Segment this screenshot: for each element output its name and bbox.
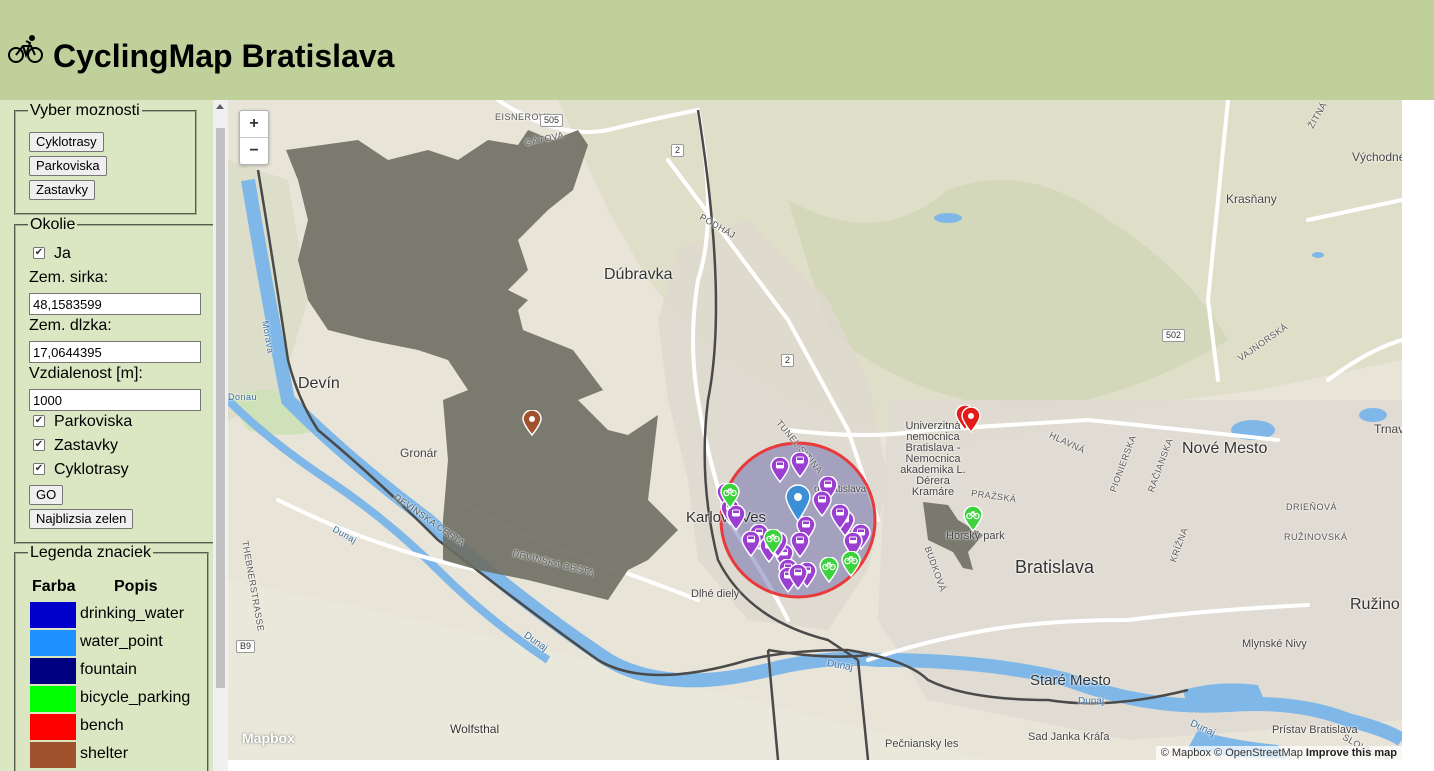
map-label-dubravka: Dúbravka — [604, 266, 673, 283]
cyklotrasy-checkbox[interactable]: ✔ — [33, 463, 45, 475]
bus-stop-marker-icon[interactable] — [741, 531, 761, 557]
legend-label-water-point: water_point — [80, 633, 163, 650]
map-label-krasnany: Krasňany — [1226, 192, 1277, 206]
map-label-pristav: Prístav Bratislava — [1272, 724, 1358, 736]
zoom-out-button[interactable]: − — [240, 138, 268, 164]
map-attribution: © Mapbox © OpenStreetMap Improve this ma… — [1155, 746, 1402, 760]
zastavky-filter-label: Zastavky — [54, 437, 119, 454]
bus-stop-marker-icon[interactable] — [830, 504, 850, 530]
me-label: Ja — [54, 245, 71, 262]
map-label-trnav: Trnav — [1374, 422, 1402, 436]
legend-list: drinking_water water_point fountain bicycle… — [16, 602, 206, 771]
longitude-input[interactable] — [29, 341, 201, 363]
legend-label-shelter: shelter — [80, 745, 129, 762]
road-shield-road505: 505 — [540, 114, 564, 127]
mapbox-logo[interactable]: Mapbox — [242, 730, 295, 746]
legend-label-fountain: fountain — [80, 661, 137, 678]
legend-col-color: Farba — [32, 578, 76, 595]
nearest-green-button[interactable]: Najblizsia zelen — [29, 509, 134, 529]
legend-swatch-fountain — [30, 658, 76, 684]
bench-marker-icon[interactable] — [961, 407, 981, 433]
legend-col-desc: Popis — [114, 578, 158, 595]
road-shield-road-b9: B9 — [236, 640, 256, 653]
scrollbar-thumb[interactable] — [216, 128, 225, 688]
latitude-label: Zem. sirka: — [29, 269, 109, 286]
bicycle-parking-marker-icon[interactable] — [720, 483, 740, 509]
bus-stop-marker-icon[interactable] — [790, 452, 810, 478]
map-label-pecniansky-les: Pečniansky les — [885, 738, 959, 750]
improve-map-link[interactable]: Improve this map — [1306, 747, 1397, 759]
road-shield-road502: 502 — [1162, 329, 1186, 342]
surroundings-legend: Okolie — [30, 216, 76, 233]
cyclist-icon — [8, 35, 43, 63]
zastavky-button[interactable]: Zastavky — [29, 180, 96, 200]
parkoviska-filter-label: Parkoviska — [54, 413, 133, 430]
parkoviska-button[interactable]: Parkoviska — [29, 156, 107, 176]
bicycle-parking-marker-icon[interactable] — [819, 557, 839, 583]
attribution-text[interactable]: © Mapbox © OpenStreetMap — [1161, 747, 1303, 759]
me-checkbox[interactable]: ✔ — [33, 247, 45, 259]
map-label-bratislava: Bratislava — [1015, 557, 1095, 577]
cyklotrasy-button[interactable]: Cyklotrasy — [29, 132, 104, 152]
current-location-marker-icon[interactable] — [785, 484, 811, 522]
map-label-dlhe-diely: Dlhé diely — [691, 588, 740, 600]
sidebar: Vyber moznosti Cyklotrasy Parkoviska Zas… — [0, 100, 213, 771]
distance-input[interactable] — [29, 389, 201, 411]
map[interactable]: EISNEROVA GÁTOVA PODHÁJ Dúbravka Devín Gronár… — [228, 100, 1402, 760]
sidebar-scrollbar[interactable] — [213, 100, 228, 771]
bus-stop-marker-icon[interactable] — [812, 491, 832, 517]
map-label-ruzinov: Ružino — [1350, 596, 1400, 613]
shelter-marker-icon[interactable] — [522, 410, 542, 436]
page-title: CyclingMap Bratislava — [53, 38, 395, 74]
latitude-input[interactable] — [29, 293, 201, 315]
map-label-gronar: Gronár — [400, 446, 438, 460]
map-label-vychodne: Východné — [1352, 150, 1402, 164]
bicycle-parking-marker-icon[interactable] — [841, 551, 861, 577]
options-legend: Vyber moznosti — [30, 102, 140, 119]
map-label-sad-janka-krala: Sad Janka Kráľa — [1028, 731, 1110, 743]
road-shield-road2a: 2 — [671, 144, 685, 157]
map-label-mlynske-nivy: Mlynské Nivy — [1242, 638, 1307, 650]
map-label-drienova: DRIEŇOVÁ — [1286, 502, 1338, 512]
bicycle-parking-marker-icon[interactable] — [763, 529, 783, 555]
bus-stop-marker-icon[interactable] — [788, 564, 808, 590]
map-label-nove-mesto: Nové Mesto — [1182, 440, 1268, 457]
app-header: CyclingMap Bratislava — [0, 0, 1434, 100]
bicycle-parking-marker-icon[interactable] — [963, 506, 983, 532]
legend-swatch-shelter — [30, 742, 76, 768]
legend-swatch-drinking-water — [30, 602, 76, 628]
zastavky-checkbox[interactable]: ✔ — [33, 439, 45, 451]
map-label-hospital-line: Kramáre — [911, 486, 955, 498]
map-label-dunaj4: Dunaj — [1078, 696, 1105, 707]
cyklotrasy-filter-label: Cyklotrasy — [54, 461, 129, 478]
legend-label-drinking-water: drinking_water — [80, 605, 185, 622]
scroll-up-arrow-icon[interactable] — [216, 104, 224, 109]
map-label-devin: Devín — [298, 375, 340, 392]
longitude-label: Zem. dlzka: — [29, 317, 112, 334]
parkoviska-checkbox[interactable]: ✔ — [33, 415, 45, 427]
legend-label-bench: bench — [80, 717, 124, 734]
bus-stop-marker-icon[interactable] — [770, 457, 790, 483]
legend-swatch-bicycle-parking — [30, 686, 76, 712]
distance-label: Vzdialenost [m]: — [29, 365, 143, 382]
legend-label-bicycle-parking: bicycle_parking — [80, 689, 191, 706]
zoom-in-button[interactable]: + — [240, 111, 268, 137]
road-shield-road2b: 2 — [781, 354, 795, 367]
legend-swatch-water-point — [30, 630, 76, 656]
go-button[interactable]: GO — [29, 485, 64, 505]
map-label-donau: Donau — [228, 392, 258, 402]
map-label-wolfsthal: Wolfsthal — [450, 722, 500, 736]
zoom-control: + − — [239, 110, 269, 165]
legend-swatch-bench — [30, 714, 76, 740]
map-label-ruzinovska: RUŽINOVSKÁ — [1284, 532, 1348, 542]
legend-panel-title: Legenda znaciek — [30, 544, 151, 561]
map-label-stare-mesto: Staré Mesto — [1030, 672, 1111, 689]
